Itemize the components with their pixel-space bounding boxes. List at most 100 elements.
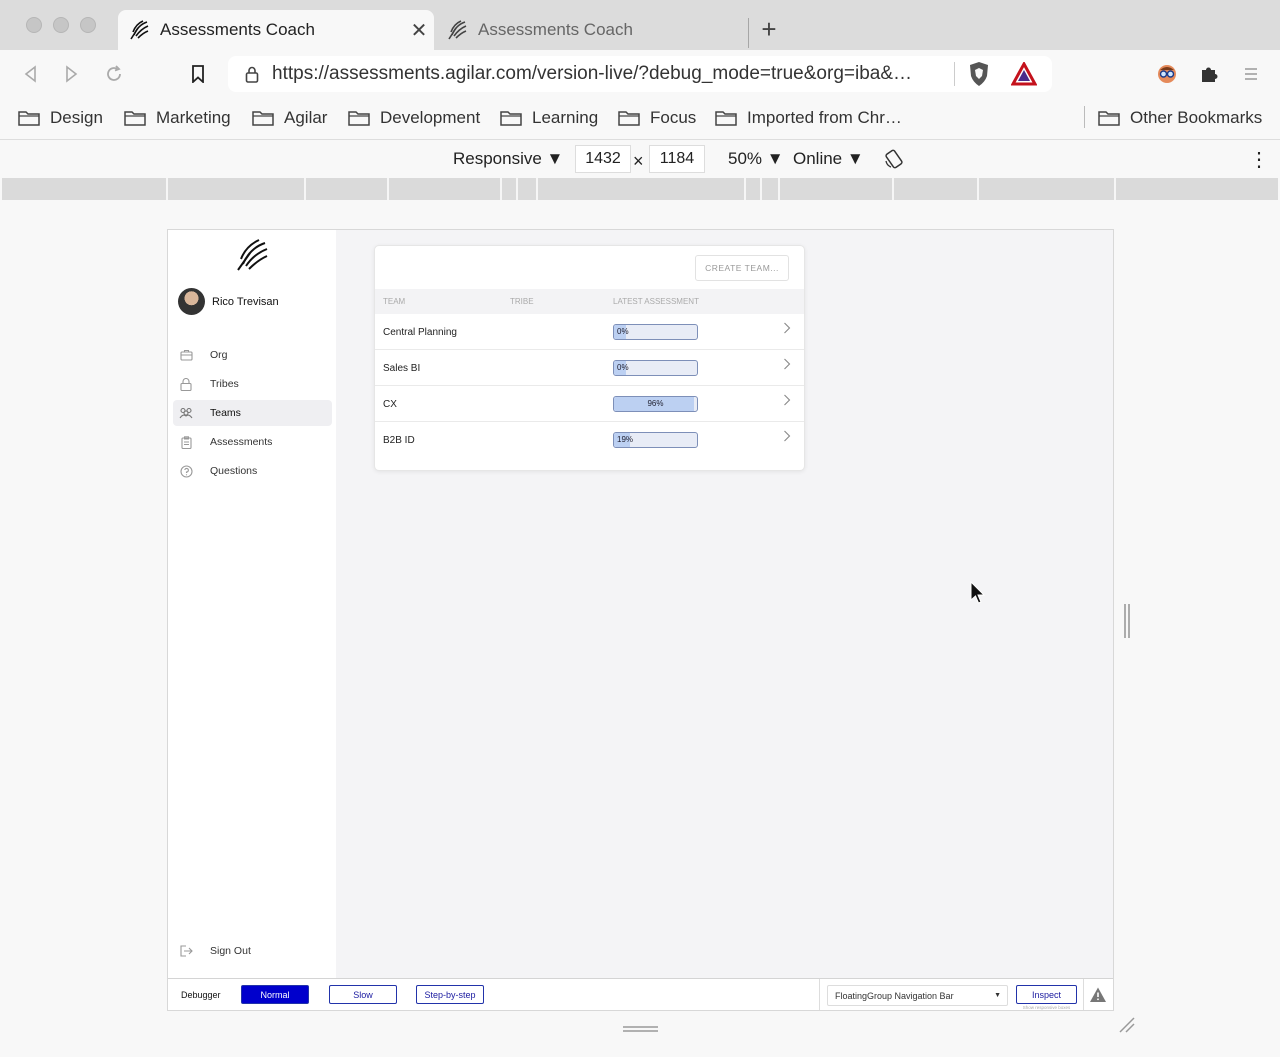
sidebar-item-org[interactable]: Org: [173, 342, 332, 368]
browser-tab-active[interactable]: Assessments Coach ✕: [118, 10, 434, 50]
bookmark-folder-development[interactable]: Development: [348, 106, 480, 130]
device-select[interactable]: Responsive ▼: [453, 148, 563, 170]
app-sidebar: Rico Trevisan Org Tribes Teams Assessmen…: [168, 230, 336, 978]
bookmark-label: Other Bookmarks: [1130, 108, 1263, 127]
progress-label: 96%: [647, 399, 664, 408]
column-header-latest-assessment[interactable]: LATEST ASSESSMENT: [613, 297, 699, 306]
bookmark-label: Agilar: [284, 108, 328, 127]
close-tab-icon[interactable]: ✕: [404, 18, 434, 43]
bookmark-folder-agilar[interactable]: Agilar: [252, 106, 327, 130]
table-row[interactable]: CX 96%: [375, 387, 804, 422]
viewport-width-input[interactable]: 1432: [575, 145, 631, 173]
bookmarks-bar: Design Marketing Agilar Development Lear…: [0, 98, 1280, 140]
zoom-select[interactable]: 50% ▼: [728, 148, 784, 170]
user-name: Rico Trevisan: [212, 295, 279, 308]
folder-icon: [715, 111, 737, 126]
address-bar[interactable]: https://assessments.agilar.com/version-l…: [228, 56, 1052, 92]
folder-icon: [252, 111, 274, 126]
network-throttle-select[interactable]: Online ▼: [793, 148, 864, 170]
bookmark-folder-other[interactable]: Other Bookmarks: [1098, 106, 1262, 130]
avatar: [178, 288, 205, 315]
table-row[interactable]: Sales BI 0%: [375, 351, 804, 386]
bookmark-folder-imported[interactable]: Imported from Chr…: [715, 106, 902, 130]
warning-icon[interactable]: [1089, 986, 1107, 1004]
table-row[interactable]: B2B ID 19%: [375, 423, 804, 458]
create-team-button[interactable]: CREATE TEAM...: [695, 255, 789, 281]
briefcase-icon: [179, 348, 193, 362]
rotate-device-icon[interactable]: [884, 148, 904, 170]
debug-mode-step-button[interactable]: Step-by-step: [416, 985, 484, 1004]
forward-icon[interactable]: [60, 62, 84, 86]
assessment-progress-bar: 0%: [613, 324, 698, 340]
teams-card: CREATE TEAM... TEAM TRIBE LATEST ASSESSM…: [374, 245, 805, 471]
more-options-icon[interactable]: ⋮: [1249, 148, 1269, 171]
bookmark-folder-focus[interactable]: Focus: [618, 106, 696, 130]
sidebar-item-label: Assessments: [210, 436, 273, 448]
bookmark-folder-marketing[interactable]: Marketing: [124, 106, 231, 130]
sidebar-item-tribes[interactable]: Tribes: [173, 371, 332, 397]
feather-logo-icon: [446, 19, 468, 41]
responsive-viewport: Rico Trevisan Org Tribes Teams Assessmen…: [167, 229, 1114, 1011]
menu-icon[interactable]: [1239, 62, 1263, 86]
new-tab-button[interactable]: +: [756, 14, 782, 44]
table-header: TEAM TRIBE LATEST ASSESSMENT: [375, 289, 804, 314]
folder-icon: [1098, 111, 1120, 126]
inspect-hint: Show responsive boxes: [1022, 1005, 1071, 1010]
clipboard-icon: [179, 435, 193, 449]
column-header-team[interactable]: TEAM: [383, 297, 405, 306]
bookmark-icon[interactable]: [186, 62, 210, 86]
sign-out-button[interactable]: Sign Out: [173, 940, 251, 962]
sidebar-item-assessments[interactable]: Assessments: [173, 429, 332, 455]
zoom-window-button[interactable]: [80, 17, 96, 33]
debug-mode-slow-button[interactable]: Slow: [329, 985, 397, 1004]
viewport-resize-handle-bottom[interactable]: [623, 1020, 658, 1032]
back-icon[interactable]: [18, 62, 42, 86]
rewards-triangle-icon[interactable]: [1010, 60, 1038, 86]
progress-label: 19%: [617, 435, 634, 444]
url-text[interactable]: https://assessments.agilar.com/version-l…: [272, 63, 944, 85]
bookmark-label: Learning: [532, 108, 599, 127]
sidebar-item-questions[interactable]: Questions: [173, 458, 332, 484]
column-header-tribe[interactable]: TRIBE: [510, 297, 534, 306]
tab-divider: [748, 18, 749, 48]
user-profile[interactable]: Rico Trevisan: [178, 288, 279, 315]
profile-avatar-icon[interactable]: [1155, 62, 1179, 86]
extensions-puzzle-icon[interactable]: [1197, 62, 1221, 86]
minimize-window-button[interactable]: [53, 17, 69, 33]
browser-tab-inactive[interactable]: Assessments Coach: [436, 10, 748, 50]
brave-shield-icon[interactable]: [967, 61, 991, 87]
sidebar-item-label: Tribes: [210, 378, 239, 390]
inspect-button[interactable]: Inspect: [1016, 985, 1077, 1004]
sidebar-item-teams[interactable]: Teams: [173, 400, 332, 426]
component-select[interactable]: FloatingGroup Navigation Bar ▼: [827, 985, 1008, 1006]
close-window-button[interactable]: [26, 17, 42, 33]
viewport-height-input[interactable]: 1184: [649, 145, 705, 173]
bookmark-label: Focus: [650, 108, 697, 127]
dimension-times-icon: ×: [633, 150, 644, 171]
chevron-right-icon[interactable]: [783, 393, 795, 409]
feather-logo-icon: [128, 19, 150, 41]
assessment-progress-bar: 96%: [613, 396, 698, 412]
debug-mode-normal-button[interactable]: Normal: [241, 985, 309, 1004]
bookmark-folder-learning[interactable]: Learning: [500, 106, 598, 130]
folder-icon: [124, 111, 146, 126]
progress-label: 0%: [617, 363, 629, 372]
debugger-divider: [819, 979, 820, 1010]
viewport-resize-handle-right[interactable]: [1123, 604, 1131, 638]
chevron-right-icon[interactable]: [783, 357, 795, 373]
lock-icon: [179, 377, 193, 391]
sign-out-label: Sign Out: [210, 945, 251, 957]
bookmark-label: Marketing: [156, 108, 231, 127]
sidebar-item-label: Org: [210, 349, 228, 361]
team-name: Central Planning: [383, 327, 457, 338]
assessment-progress-bar: 0%: [613, 360, 698, 376]
table-row[interactable]: Central Planning 0%: [375, 315, 804, 350]
component-select-value: FloatingGroup Navigation Bar: [835, 990, 954, 1001]
chevron-right-icon[interactable]: [783, 321, 795, 337]
team-name: Sales BI: [383, 363, 421, 374]
viewport-resize-handle-corner[interactable]: [1118, 1016, 1136, 1034]
chevron-right-icon[interactable]: [783, 429, 795, 445]
reload-icon[interactable]: [102, 62, 126, 86]
bookmark-folder-design[interactable]: Design: [18, 106, 103, 130]
app-logo-icon[interactable]: [234, 238, 270, 272]
